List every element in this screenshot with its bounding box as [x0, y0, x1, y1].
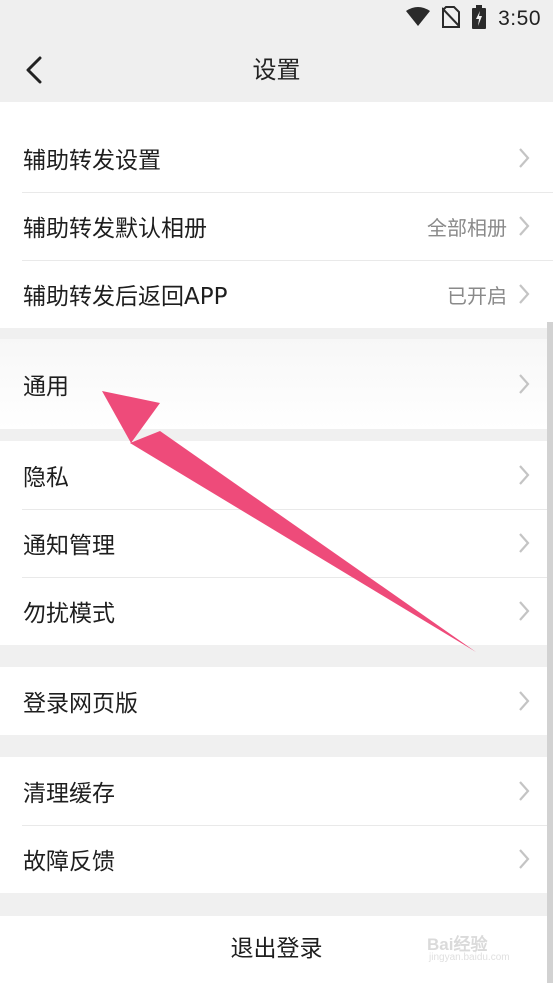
chevron-right-icon [519, 465, 530, 485]
settings-item-label: 辅助转发设置 [23, 148, 161, 174]
settings-item-label: 通用 [23, 374, 69, 400]
settings-item-web-login[interactable]: 登录网页版 [0, 667, 553, 735]
settings-group-general: 通用 [0, 339, 553, 429]
status-bar: 3:50 [0, 0, 553, 38]
chevron-right-icon [519, 849, 530, 869]
settings-group-privacy: 隐私 通知管理 勿扰模式 [0, 441, 553, 645]
nav-bar: 设置 [0, 38, 553, 102]
chevron-right-icon [519, 284, 530, 304]
settings-item-privacy[interactable]: 隐私 [0, 441, 553, 509]
settings-item-notifications[interactable]: 通知管理 [0, 509, 553, 577]
chevron-right-icon [519, 601, 530, 621]
settings-item-clear-cache[interactable]: 清理缓存 [0, 757, 553, 825]
battery-charging-icon [472, 5, 487, 33]
settings-item-label: 登录网页版 [23, 691, 138, 717]
settings-item-label: 辅助转发默认相册 [23, 216, 207, 242]
settings-screen: 3:50 设置 辅助转发设置 辅助转发默认相册 全部相册 辅助转发后返回APP … [0, 0, 553, 983]
list-top-strip [0, 102, 553, 125]
settings-item-forward-settings[interactable]: 辅助转发设置 [0, 124, 553, 192]
settings-item-label: 通知管理 [23, 533, 115, 559]
baidu-jingyan-watermark: Bai经验 jingyan.baidu.com [427, 930, 539, 970]
chevron-left-icon [26, 56, 42, 84]
chevron-right-icon [519, 216, 530, 236]
settings-item-default-album[interactable]: 辅助转发默认相册 全部相册 [0, 192, 553, 260]
chevron-right-icon [519, 374, 530, 394]
settings-item-label: 勿扰模式 [23, 601, 115, 627]
chevron-right-icon [519, 781, 530, 801]
scrollbar[interactable] [547, 322, 553, 983]
settings-item-general[interactable]: 通用 [0, 339, 553, 429]
settings-group-forwarding: 辅助转发设置 辅助转发默认相册 全部相册 辅助转发后返回APP 已开启 [0, 124, 553, 328]
settings-item-label: 清理缓存 [23, 781, 115, 807]
chevron-right-icon [519, 148, 530, 168]
settings-item-label: 辅助转发后返回APP [23, 284, 228, 310]
settings-item-label: 故障反馈 [23, 849, 115, 875]
chevron-right-icon [519, 533, 530, 553]
settings-item-feedback[interactable]: 故障反馈 [0, 825, 553, 893]
settings-item-value: 已开启 [447, 283, 507, 308]
settings-group-web-login: 登录网页版 [0, 667, 553, 735]
settings-item-label: 隐私 [23, 465, 69, 491]
chevron-right-icon [519, 691, 530, 711]
wifi-icon [406, 7, 431, 31]
status-icons: 3:50 [406, 5, 541, 33]
settings-group-maintenance: 清理缓存 故障反馈 [0, 757, 553, 893]
back-button[interactable] [14, 50, 54, 90]
settings-item-value: 全部相册 [427, 215, 507, 240]
page-title: 设置 [252, 56, 301, 84]
no-sim-icon [441, 6, 461, 32]
settings-item-do-not-disturb[interactable]: 勿扰模式 [0, 577, 553, 645]
settings-item-return-app[interactable]: 辅助转发后返回APP 已开启 [0, 260, 553, 328]
status-time: 3:50 [498, 7, 541, 30]
watermark-domain: jingyan.baidu.com [429, 952, 510, 963]
